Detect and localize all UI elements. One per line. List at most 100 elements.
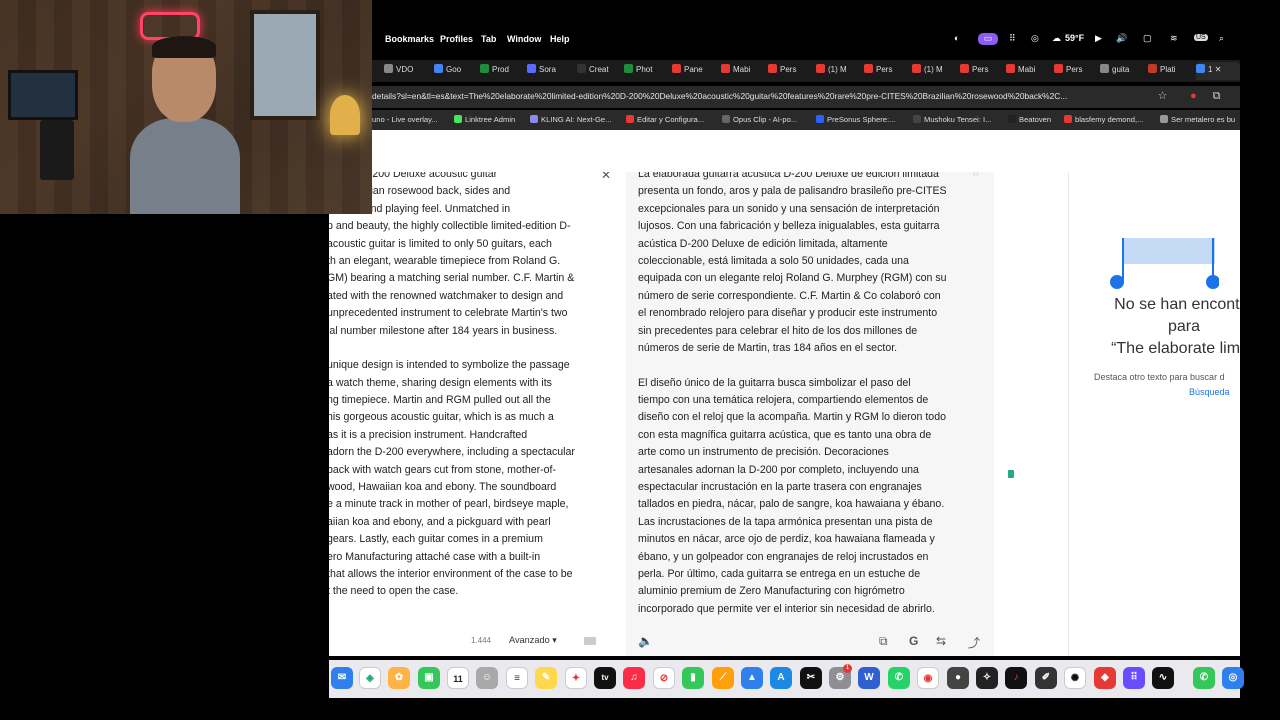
google-search-icon[interactable]: G [909,634,918,648]
save-star-icon[interactable]: ☆ [971,172,981,179]
waveform-icon[interactable]: ∿ [1152,667,1174,689]
bookmark-item[interactable]: Ser metalero es bu [1160,115,1235,124]
phone-icon[interactable]: ✆ [1193,667,1215,689]
final-cut-icon[interactable]: ✧ [976,667,998,689]
notes-icon[interactable]: ✎ [535,667,557,689]
pages-icon[interactable]: ⟋ [712,667,734,689]
menu-bookmarks[interactable]: Bookmarks [385,34,434,44]
bookmark-item[interactable]: blasfemy demond,... [1064,115,1143,124]
window-icon[interactable]: ▢ [1143,33,1152,44]
search-link[interactable]: Búsqueda [1189,387,1230,397]
word-icon[interactable]: W [858,667,880,689]
tiktok-icon[interactable]: ♪ [1005,667,1027,689]
input-source-badge[interactable]: US [1194,34,1208,41]
star-icon[interactable]: ☆ [1156,90,1169,103]
volume-icon[interactable]: 🔊 [1116,33,1127,44]
tv-icon[interactable]: tv [594,667,616,689]
text-line: números de serie de Martin, tras 184 año… [638,341,898,354]
target-icon[interactable]: ◎ [1031,33,1039,44]
bookmark-item[interactable]: Linktree Admin [454,115,515,124]
source-text[interactable]: edition D-200 Deluxe acoustic guitar ES B… [329,172,589,601]
news-icon[interactable]: ⊘ [653,667,675,689]
tab[interactable]: Mabi [1006,64,1042,78]
wifi-icon[interactable]: ≋ [1170,33,1178,44]
tab[interactable]: Plati [1148,64,1184,78]
tab[interactable]: Pers [864,64,900,78]
extensions-icon[interactable]: ⧉ [1210,90,1223,103]
tab[interactable]: Prod [480,64,516,78]
menu-help[interactable]: Help [550,34,570,44]
clear-source-icon[interactable]: ✕ [601,172,611,182]
facetime-icon[interactable]: ▣ [418,667,440,689]
tab[interactable]: Creat [577,64,613,78]
mail-icon[interactable]: ✉ [331,667,353,689]
maps-icon[interactable]: ◈ [359,667,381,689]
youtube-icon [864,64,873,73]
tab[interactable]: Pers [1054,64,1090,78]
bookmark-item[interactable]: Opus Clip - AI-po... [722,115,797,124]
play-icon[interactable]: ▶ [1095,33,1102,44]
app-icon[interactable]: ◎ [1222,667,1244,689]
search-icon[interactable]: ⌕ [1219,33,1224,44]
weather-icon[interactable]: ☁ [1052,33,1061,44]
tab[interactable]: Mabi [721,64,757,78]
freeform-icon[interactable]: ✦ [565,667,587,689]
launchpad-icon[interactable]: ⠿ [1123,667,1145,689]
tab[interactable]: guita [1100,64,1136,78]
copy-icon[interactable]: ⧉ [879,634,888,649]
obs-icon[interactable]: ● [947,667,969,689]
app-store-icon[interactable]: A [770,667,792,689]
tab[interactable]: Pane [672,64,708,78]
status-icon[interactable]: ◐ [954,33,959,43]
capcut-icon[interactable]: ✂ [800,667,822,689]
tab[interactable]: (1) M [912,64,948,78]
tab[interactable]: VDO [384,64,420,78]
whatsapp-icon[interactable]: ✆ [888,667,910,689]
share-icon[interactable]: ⤴ [968,634,980,651]
tab[interactable]: Pers [768,64,804,78]
no-results-message: No se han encontra para “The elaborate l… [1111,296,1240,357]
chatgpt-icon[interactable]: ✺ [1064,667,1086,689]
menu-profiles[interactable]: Profiles [440,34,473,44]
bookmark-item[interactable]: Mushoku Tensei: I... [913,115,991,124]
tab[interactable]: Pers [960,64,996,78]
tab[interactable]: (1) M [816,64,852,78]
mode-select[interactable]: Avanzado ▾ [509,635,557,646]
text-line: his gorgeous acoustic guitar, which is a… [329,411,554,424]
contacts-icon[interactable]: ☺ [476,667,498,689]
tab[interactable]: Sora [527,64,563,78]
tab[interactable]: Phot [624,64,660,78]
music-icon[interactable]: ♫ [623,667,645,689]
url-text[interactable]: details?sl=en&tl=es&text=The%20elaborate… [372,91,1142,101]
text-line: La elaborada guitarra acústica D-200 Del… [638,172,939,180]
weather-temp[interactable]: 59°F [1065,33,1084,43]
calendar-icon[interactable]: 11 [447,667,469,689]
bookmark-item[interactable]: PreSonus Sphere:... [816,115,895,124]
bookmark-item[interactable]: Editar y Configura... [626,115,704,124]
close-tab-icon[interactable]: ✕ [1215,65,1222,74]
screen-record-icon[interactable]: ▭ [978,33,998,45]
text-line: arte como un instrumento de precisión. D… [638,446,889,459]
menu-tab[interactable]: Tab [481,34,496,44]
photos-icon[interactable]: ✿ [388,667,410,689]
source-panel[interactable]: edition D-200 Deluxe acoustic guitar ES B… [329,172,625,656]
pencil-app-icon[interactable]: ✐ [1035,667,1057,689]
grid-icon[interactable]: ⠿ [1009,33,1016,44]
keynote-icon[interactable]: ▲ [741,667,763,689]
numbers-icon[interactable]: ▮ [682,667,704,689]
chrome-icon[interactable]: ◉ [917,667,939,689]
tab[interactable]: Goo [434,64,470,78]
feedback-icon[interactable]: ⇆ [936,634,946,648]
bookmark-item[interactable]: uno - Live overlay... [372,115,438,124]
game-icon[interactable]: ◆ [1094,667,1116,689]
keyboard-icon[interactable] [584,637,596,645]
bookmark-item[interactable]: KLING AI: Next-Ge... [530,115,611,124]
bookmark-item[interactable]: Beatoven [1008,115,1051,124]
tab-active[interactable]: 1 ✕ [1196,62,1240,80]
menu-window[interactable]: Window [507,34,541,44]
reminders-icon[interactable]: ≡ [506,667,528,689]
text-line: equipada con un elegante reloj Roland G.… [638,272,947,285]
record-icon[interactable]: ● [1187,90,1200,103]
listen-icon[interactable]: 🔈 [638,634,653,648]
address-bar[interactable]: details?sl=en&tl=es&text=The%20elaborate… [372,86,1240,108]
